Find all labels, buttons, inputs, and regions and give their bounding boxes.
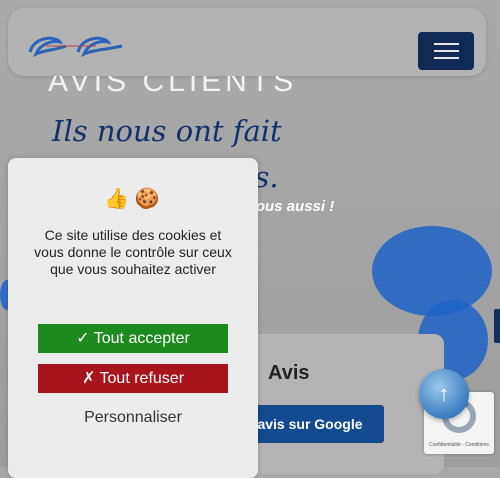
paint-splash [372,226,492,316]
site-header [8,8,486,76]
cookie-consent-panel: 👍 🍪 Ce site utilise des cookies et vous … [8,158,258,478]
refuse-all-button[interactable]: ✗ Tout refuser [38,364,228,393]
arrow-up-icon: ↑ [438,381,450,406]
cookie-message: Ce site utilise des cookies et vous donn… [34,227,232,277]
menu-toggle-button[interactable] [418,32,474,70]
google-reviews-button[interactable]: avis sur Google [236,405,384,443]
recaptcha-footer[interactable]: Confidentialité - Conditions [424,442,494,448]
customize-button[interactable]: Personnaliser [38,407,228,429]
side-tab[interactable] [494,309,500,343]
scroll-top-button[interactable]: ↑ [419,369,469,419]
avis-label: Avis [268,362,310,384]
hamburger-icon [434,50,459,52]
cookie-icon: 👍 🍪 [104,188,160,210]
hamburger-icon [434,57,459,59]
hamburger-icon [434,43,459,45]
brand-logo-icon[interactable] [26,28,126,64]
accept-all-button[interactable]: ✓ Tout accepter [38,324,228,353]
